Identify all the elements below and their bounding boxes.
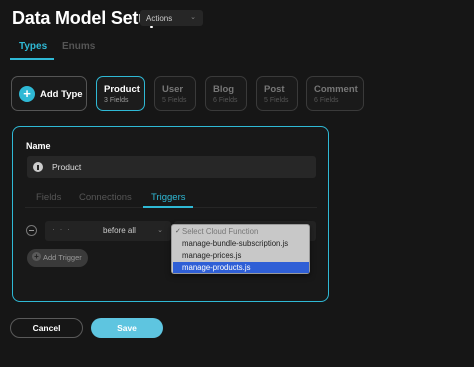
add-type-label: Add Type [40,89,83,100]
plus-icon: + [19,86,35,102]
checkmark-icon: ✓ [175,228,181,235]
type-name-input[interactable]: Product [27,156,316,178]
active-subtab-indicator [143,206,193,208]
drag-handle-icon[interactable]: · · · [52,224,71,234]
subtab-fields[interactable]: Fields [36,192,61,203]
chevron-down-icon: ⌄ [157,227,163,234]
active-tab-indicator [10,58,54,60]
chevron-down-icon: ⌄ [190,14,196,21]
type-field-count: 6 Fields [314,97,339,104]
option-label: Select Cloud Function [182,227,259,236]
type-chip-product[interactable]: Product 3 Fields [96,76,145,111]
type-name: Blog [213,84,235,95]
actions-label: Actions [146,13,173,23]
subtab-triggers[interactable]: Triggers [151,192,186,203]
trigger-timing-select[interactable]: · · · before all ⌄ [45,221,171,241]
type-name: User [162,84,184,95]
trigger-timing-value: before all [103,226,136,235]
type-field-count: 6 Fields [213,97,238,104]
add-trigger-button[interactable]: + Add Trigger [27,249,88,267]
actions-dropdown[interactable]: Actions ⌄ [140,10,203,26]
type-chip-user[interactable]: User 5 Fields [154,76,196,111]
type-field-count: 3 Fields [104,97,129,104]
dropdown-option-selected[interactable]: manage-products.js [173,262,309,273]
tab-types[interactable]: Types [19,41,47,52]
type-editor-card: Name Product Fields Connections Triggers… [12,126,329,302]
type-name: Comment [314,84,358,95]
cancel-button[interactable]: Cancel [10,318,83,338]
add-type-button[interactable]: + Add Type [11,76,87,111]
info-icon [33,162,43,172]
plus-icon: + [32,252,41,261]
name-label: Name [26,141,51,151]
page-title: Data Model Setup [12,8,160,28]
dropdown-option[interactable]: manage-prices.js [173,250,309,261]
remove-trigger-icon[interactable] [26,225,37,236]
save-button[interactable]: Save [91,318,163,338]
type-chip-comment[interactable]: Comment 6 Fields [306,76,364,111]
type-name: Product [104,84,140,95]
tab-enums[interactable]: Enums [62,41,95,52]
add-trigger-label: Add Trigger [43,253,82,262]
dropdown-option-placeholder[interactable]: ✓ Select Cloud Function [173,226,309,237]
type-name-value: Product [52,162,82,172]
type-chip-blog[interactable]: Blog 6 Fields [205,76,247,111]
subtab-connections[interactable]: Connections [79,192,132,203]
type-name: Post [264,84,285,95]
type-field-count: 5 Fields [264,97,289,104]
type-field-count: 5 Fields [162,97,187,104]
type-chip-post[interactable]: Post 5 Fields [256,76,298,111]
dropdown-option[interactable]: manage-bundle-subscription.js [173,238,309,249]
cloud-function-dropdown[interactable]: ✓ Select Cloud Function manage-bundle-su… [171,224,310,274]
